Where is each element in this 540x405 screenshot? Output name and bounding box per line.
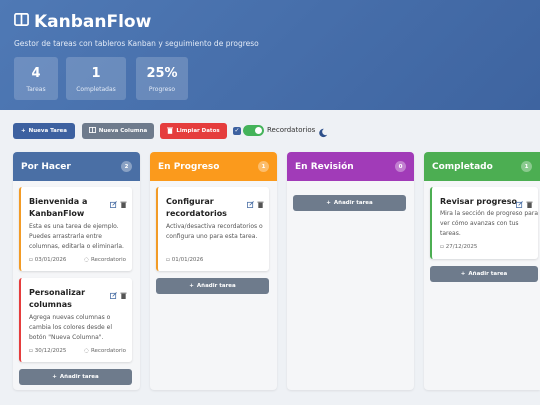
new-column-label: Nueva Columna: [98, 128, 148, 134]
task-date: ▫ 27/12/2025: [440, 244, 477, 250]
plus-icon: +: [21, 128, 26, 134]
edit-icon[interactable]: [110, 284, 117, 303]
task-date: ▫ 01/01/2026: [166, 257, 203, 263]
add-task-button[interactable]: + Añadir tarea: [430, 266, 538, 282]
task-card[interactable]: Configurar recordatorios Activa/desactiv…: [156, 187, 269, 271]
calendar-icon: ▫: [29, 257, 33, 263]
reminders-toggle[interactable]: [243, 125, 264, 136]
stat-value: 1: [91, 66, 101, 81]
app-logo: KanbanFlow: [14, 12, 151, 32]
moon-icon[interactable]: [318, 124, 328, 138]
bell-icon: ◌: [84, 348, 89, 354]
task-date-text: 03/01/2026: [34, 257, 67, 263]
stat-tasks: 4 Tareas: [14, 57, 58, 100]
plus-icon: +: [460, 271, 466, 277]
add-task-button[interactable]: + Añadir tarea: [293, 195, 406, 211]
column-title: En Revisión: [295, 161, 354, 172]
task-date-text: 01/01/2026: [171, 257, 204, 263]
delete-icon[interactable]: [120, 284, 127, 303]
task-description: Mira la sección de progreso para ver cóm…: [440, 210, 538, 237]
task-date-text: 27/12/2025: [445, 244, 478, 250]
stat-completed: 1 Completadas: [66, 57, 126, 100]
clear-data-label: Limpiar Datos: [176, 128, 220, 134]
column-count-badge: 0: [395, 161, 406, 172]
task-reminder-text: Recordatorio: [90, 348, 126, 354]
task-description: Activa/desactiva recordatorios o configu…: [166, 223, 263, 240]
task-title: Revisar progreso: [440, 197, 517, 206]
new-column-button[interactable]: Nueva Columna: [82, 123, 154, 139]
column-completado: Completado 1 Revisar progreso Mira la se…: [424, 152, 540, 390]
task-title: Personalizar columnas: [29, 288, 86, 309]
toolbar: + Nueva Tarea Nueva Columna Limpiar Dato…: [0, 123, 540, 139]
column-en-revision: En Revisión 0 + Añadir tarea: [287, 152, 414, 390]
new-task-label: Nueva Tarea: [28, 128, 67, 134]
stat-value: 25%: [146, 66, 178, 81]
calendar-icon: ▫: [29, 348, 33, 354]
add-task-label: Añadir tarea: [196, 283, 236, 289]
calendar-icon: ▫: [440, 244, 444, 250]
add-task-label: Añadir tarea: [468, 271, 508, 277]
column-title: En Progreso: [158, 161, 220, 172]
delete-icon[interactable]: [257, 193, 264, 212]
task-title: Bienvenida a KanbanFlow: [29, 197, 88, 218]
add-task-label: Añadir tarea: [59, 374, 99, 380]
stat-label: Progreso: [148, 86, 176, 93]
plus-icon: +: [189, 283, 194, 289]
column-header: Completado 1: [424, 152, 540, 181]
board-icon: [14, 12, 29, 32]
add-task-button[interactable]: + Añadir tarea: [19, 369, 132, 385]
task-date: ▫ 30/12/2025: [29, 348, 66, 354]
stat-value: 4: [31, 66, 41, 81]
card-actions: [247, 193, 264, 212]
delete-icon[interactable]: [120, 193, 127, 212]
column-header: En Revisión 0: [287, 152, 414, 181]
clear-data-button[interactable]: Limpiar Datos: [160, 123, 227, 139]
column-en-progreso: En Progreso 1 Configurar recordatorios A…: [150, 152, 277, 390]
stat-label: Tareas: [26, 86, 46, 93]
stat-progress: 25% Progreso: [136, 57, 188, 100]
task-date-text: 30/12/2025: [34, 348, 67, 354]
task-reminder: ◌ Recordatorio: [84, 257, 126, 263]
reminders-label: Recordatorios: [267, 126, 316, 134]
column-header: Por Hacer 2: [13, 152, 140, 181]
card-actions: [110, 284, 127, 303]
task-description: Esta es una tarea de ejemplo. Puedes arr…: [29, 223, 124, 250]
task-reminder-text: Recordatorio: [90, 257, 126, 263]
column-count-badge: 2: [121, 161, 132, 172]
task-title: Configurar recordatorios: [166, 197, 227, 218]
reminders-checkbox[interactable]: ✓: [233, 127, 241, 135]
task-description: Agrega nuevas columnas o cambia los colo…: [29, 314, 113, 341]
app-subtitle: Gestor de tareas con tableros Kanban y s…: [14, 39, 259, 48]
trash-icon: [167, 127, 174, 136]
app-header: KanbanFlow Gestor de tareas con tableros…: [0, 0, 540, 110]
edit-icon[interactable]: [247, 193, 254, 212]
edit-icon[interactable]: [110, 193, 117, 212]
task-card[interactable]: Personalizar columnas Agrega nuevas colu…: [19, 278, 132, 362]
column-por-hacer: Por Hacer 2 Bienvenida a KanbanFlow Esta…: [13, 152, 140, 390]
add-task-label: Añadir tarea: [333, 200, 373, 206]
task-card[interactable]: Revisar progreso Mira la sección de prog…: [430, 187, 538, 259]
task-reminder: ◌ Recordatorio: [84, 348, 126, 354]
task-card[interactable]: Bienvenida a KanbanFlow Esta es una tare…: [19, 187, 132, 271]
plus-icon: +: [326, 200, 331, 206]
task-date: ▫ 03/01/2026: [29, 257, 66, 263]
add-task-button[interactable]: + Añadir tarea: [156, 278, 269, 294]
column-count-badge: 1: [258, 161, 269, 172]
column-header: En Progreso 1: [150, 152, 277, 181]
column-title: Por Hacer: [21, 161, 71, 172]
column-title: Completado: [432, 161, 493, 172]
new-task-button[interactable]: + Nueva Tarea: [13, 123, 75, 139]
app-title: KanbanFlow: [34, 12, 152, 32]
columns-icon: [88, 127, 96, 135]
bell-icon: ◌: [84, 257, 89, 263]
plus-icon: +: [52, 374, 57, 380]
calendar-icon: ▫: [166, 257, 170, 263]
stat-label: Completadas: [76, 86, 116, 93]
column-count-badge: 1: [521, 161, 532, 172]
card-actions: [110, 193, 127, 212]
